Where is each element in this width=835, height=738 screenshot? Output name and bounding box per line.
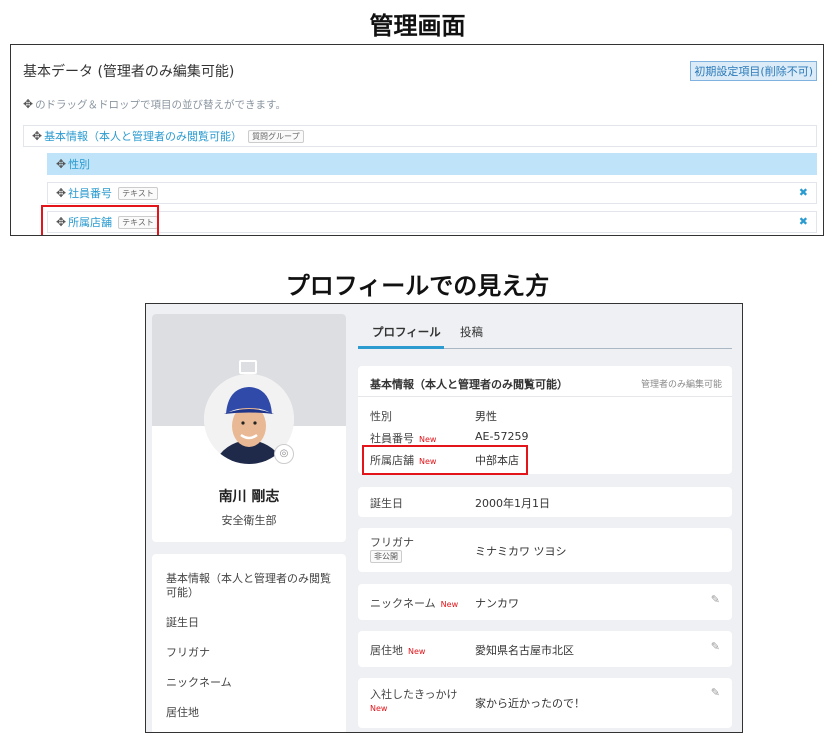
profile-heading: プロフィールでの見え方 [285, 272, 550, 300]
move-cross-icon[interactable]: ✥ [32, 129, 42, 143]
admin-only-note: 管理者のみ編集可能 [640, 380, 722, 390]
field-label-text: 社員番号 [370, 432, 414, 445]
field-label-furigana: フリガナ [370, 536, 414, 549]
field-row-employee-number[interactable]: ✥ 社員番号 テキスト ✖ [47, 182, 817, 204]
tab-profile[interactable]: プロフィール [372, 324, 441, 340]
profile-name: 南川 剛志 [218, 489, 280, 505]
pencil-icon[interactable]: ✎ [711, 686, 720, 699]
nav-item-furigana[interactable]: フリガナ [166, 646, 336, 660]
pencil-icon[interactable]: ✎ [711, 593, 720, 606]
field-type-badge: テキスト [118, 186, 158, 200]
admin-panel: 基本データ (管理者のみ編集可能) 初期設定項目(削除不可) ✥ のドラッグ＆ドロ… [10, 44, 824, 236]
divider [358, 396, 732, 397]
profile-panel: ◎ 南川 剛志 安全衛生部 基本情報（本人と管理者のみ閲覧可能） 誕生日 フリガ… [145, 303, 743, 733]
move-cross-icon[interactable]: ✥ [56, 157, 66, 171]
field-value-employee-number: AE-57259 [475, 430, 529, 443]
move-cross-icon: ✥ [23, 97, 34, 111]
question-group-label[interactable]: 基本情報（本人と管理者のみ閲覧可能） [44, 128, 242, 144]
residence-card: 居住地 New 愛知県名古屋市北区 ✎ [358, 631, 732, 667]
field-value-furigana: ミナミカワ ツヨシ [475, 545, 567, 558]
reason-card: 入社したきっかけ New 家から近かったので！ ✎ [358, 678, 732, 728]
field-row-store[interactable]: ✥ 所属店舗 テキスト ✖ [47, 211, 817, 233]
field-label-gender: 性別 [370, 410, 392, 423]
move-cross-icon[interactable]: ✥ [56, 186, 66, 200]
furigana-card: フリガナ 非公開 ミナミカワ ツヨシ [358, 528, 732, 572]
field-value-reason: 家から近かったので！ [475, 697, 585, 710]
field-label-birthday: 誕生日 [370, 497, 403, 510]
field-label-text: 居住地 [370, 644, 403, 657]
active-tab-indicator [358, 346, 444, 349]
drag-hint-text: のドラッグ＆ドロップで項目の並び替えができます。 [35, 99, 287, 111]
field-label-gender[interactable]: 性別 [68, 156, 90, 172]
field-label-residence: 居住地 New [370, 642, 425, 658]
admin-heading: 管理画面 [369, 12, 466, 40]
field-label-reason: 入社したきっかけ [370, 688, 458, 701]
nav-item-birthday[interactable]: 誕生日 [166, 616, 336, 630]
nav-item-residence[interactable]: 居住地 [166, 706, 336, 720]
initial-items-button[interactable]: 初期設定項目(削除不可) [690, 61, 817, 81]
profile-tabs: プロフィール 投稿 [358, 318, 732, 349]
new-badge: New [440, 600, 459, 609]
admin-title: 基本データ (管理者のみ編集可能) [23, 64, 235, 80]
nickname-card: ニックネーム New ナンカワ ✎ [358, 584, 732, 620]
pencil-icon[interactable]: ✎ [711, 640, 720, 653]
new-badge: New [370, 704, 388, 713]
field-value-gender: 男性 [475, 410, 497, 423]
drag-hint: ✥ のドラッグ＆ドロップで項目の並び替えができます。 [23, 97, 286, 112]
close-x-icon[interactable]: ✖ [799, 215, 808, 228]
new-badge: New [419, 435, 437, 444]
field-row-gender[interactable]: ✥ 性別 [47, 153, 817, 175]
profile-nav: 基本情報（本人と管理者のみ閲覧可能） 誕生日 フリガナ ニックネーム 居住地 [152, 554, 346, 732]
field-label-text: ニックネーム [370, 597, 436, 610]
highlight-box-profile [362, 445, 528, 475]
birthday-card: 誕生日 2000年1月1日 [358, 487, 732, 517]
basic-info-title: 基本情報（本人と管理者のみ閲覧可能） [370, 378, 568, 391]
question-group-badge: 質問グループ [248, 129, 304, 143]
new-badge: New [408, 647, 426, 656]
field-label-employee-number: 社員番号 New [370, 430, 436, 446]
highlight-box-admin [41, 205, 159, 235]
field-value-residence: 愛知県名古屋市北区 [475, 644, 574, 657]
camera-icon[interactable]: ◎ [274, 444, 294, 464]
question-group-row[interactable]: ✥ 基本情報（本人と管理者のみ閲覧可能） 質問グループ [23, 125, 817, 147]
profile-department: 安全衛生部 [221, 514, 277, 527]
field-value-birthday: 2000年1月1日 [475, 497, 550, 510]
tab-posts[interactable]: 投稿 [460, 324, 483, 340]
field-value-nickname: ナンカワ [475, 597, 519, 610]
field-label-nickname: ニックネーム New [370, 595, 458, 611]
avatar-card: ◎ 南川 剛志 安全衛生部 [152, 314, 346, 542]
private-badge: 非公開 [370, 550, 402, 563]
field-label-employee-number[interactable]: 社員番号 [68, 185, 112, 201]
image-icon[interactable] [239, 360, 257, 374]
nav-item-nickname[interactable]: ニックネーム [166, 676, 336, 690]
nav-item-basic-info[interactable]: 基本情報（本人と管理者のみ閲覧可能） [166, 572, 336, 600]
close-x-icon[interactable]: ✖ [799, 186, 808, 199]
